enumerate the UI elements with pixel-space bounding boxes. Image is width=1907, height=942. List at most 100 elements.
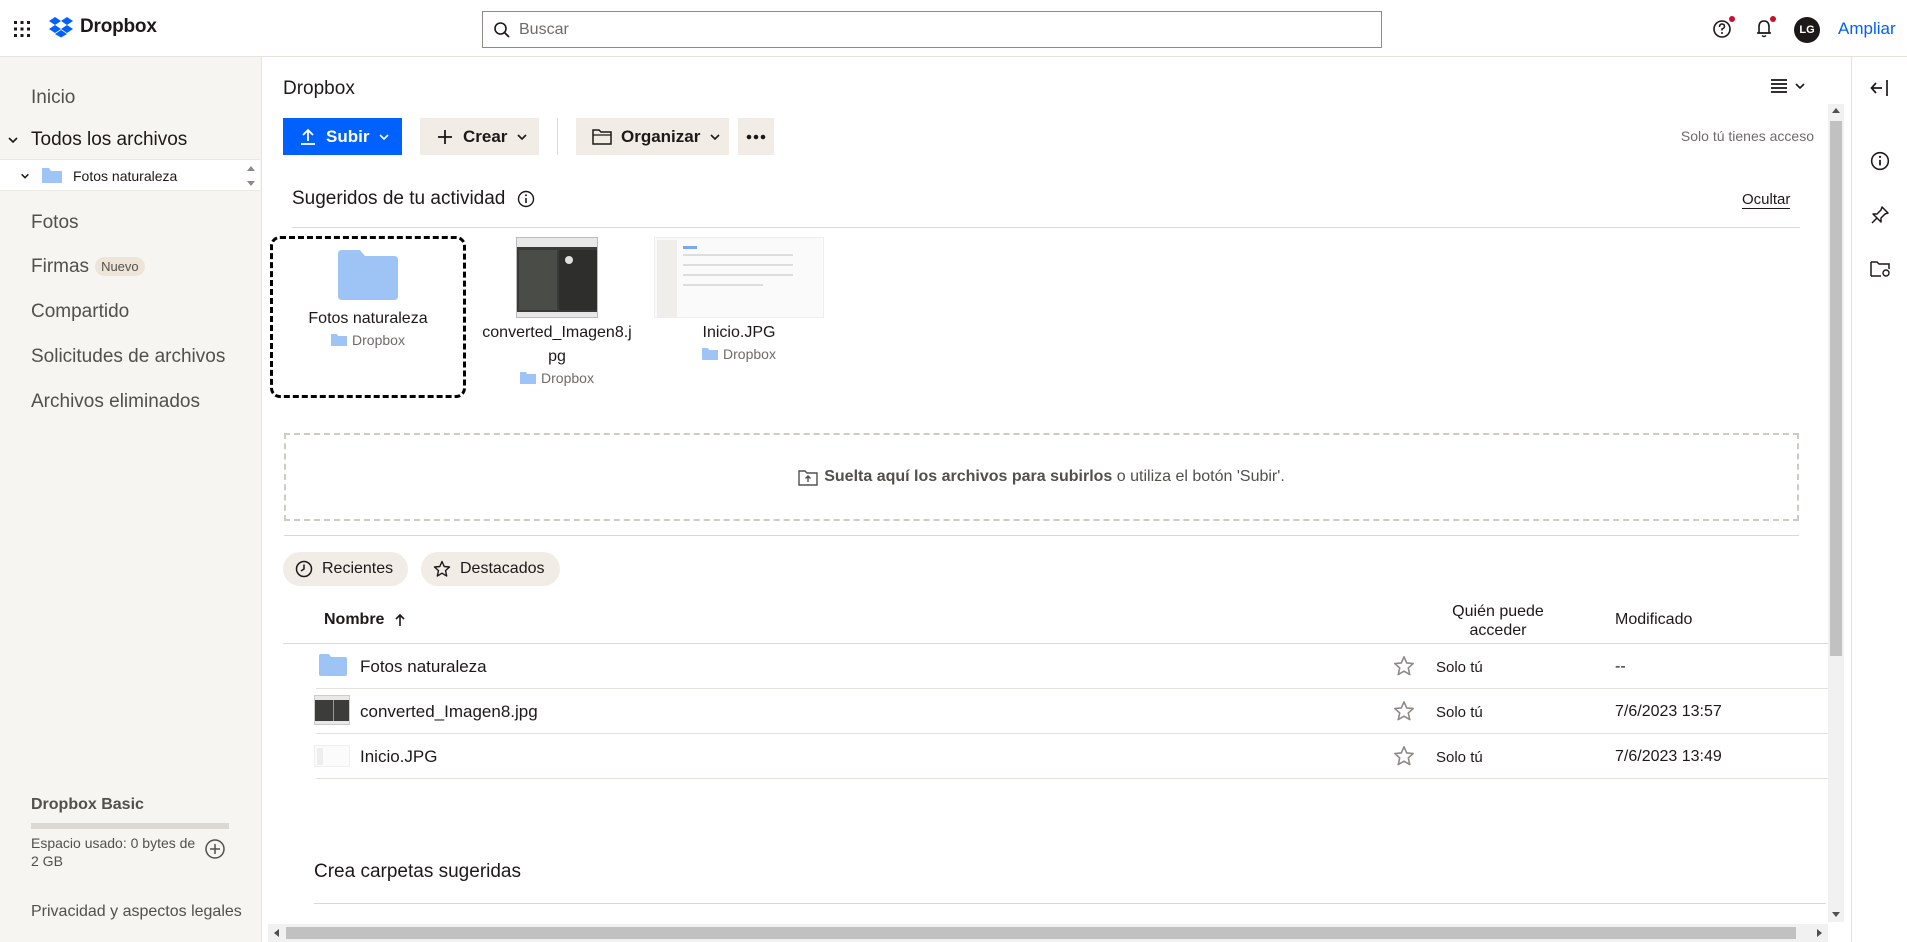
- card-name-line: converted_Imagen8.j: [482, 324, 632, 341]
- view-toggle[interactable]: [1770, 78, 1806, 94]
- sidebar-tree-label: Fotos naturaleza: [73, 168, 178, 184]
- sidebar-item-deleted-files[interactable]: Archivos eliminados: [31, 391, 200, 413]
- column-header-modified[interactable]: Modificado: [1615, 611, 1692, 629]
- info-icon[interactable]: [517, 190, 535, 208]
- collapse-panel-icon[interactable]: [1870, 79, 1890, 97]
- modified-value: 7/6/2023 13:57: [1615, 703, 1722, 720]
- upload-label: Subir: [326, 126, 370, 146]
- column-name-label: Nombre: [324, 611, 385, 628]
- folder-upload-icon: [798, 470, 818, 486]
- hide-suggestions-link[interactable]: Ocultar: [1742, 191, 1791, 209]
- column-header-name[interactable]: Nombre: [324, 611, 406, 629]
- modified-value: 7/6/2023 13:49: [1615, 748, 1722, 765]
- suggested-card-screenshot[interactable]: Inicio.JPG Dropbox: [644, 237, 834, 362]
- pin-icon[interactable]: [1870, 205, 1890, 225]
- upload-dropzone[interactable]: Suelta aquí los archivos para subirlos o…: [284, 433, 1799, 521]
- upload-button[interactable]: Subir: [283, 118, 402, 155]
- plan-name[interactable]: Dropbox Basic: [31, 796, 144, 814]
- search-input[interactable]: [519, 20, 1359, 39]
- dropzone-text: Suelta aquí los archivos para subirlos o…: [824, 468, 1285, 486]
- column-access-line: acceder: [1469, 622, 1527, 639]
- sidebar-item-shared[interactable]: Compartido: [31, 301, 129, 323]
- access-value: Solo tú: [1436, 704, 1483, 721]
- upload-icon: [301, 128, 315, 145]
- tree-scroll-arrows-icon[interactable]: [246, 163, 256, 189]
- file-name[interactable]: Inicio.JPG: [360, 747, 437, 767]
- filter-starred-label: Destacados: [460, 560, 545, 577]
- column-header-access[interactable]: Quién puede acceder: [1440, 602, 1556, 640]
- chevron-down-icon: [517, 133, 527, 140]
- privacy-link[interactable]: Privacidad y aspectos legales: [31, 903, 242, 921]
- avatar[interactable]: LG: [1794, 17, 1820, 43]
- search-bar[interactable]: [482, 11, 1382, 48]
- chevron-down-icon: [1795, 83, 1805, 90]
- scroll-right-arrow-icon[interactable]: [1815, 929, 1823, 937]
- search-icon: [494, 21, 510, 38]
- app-grid-icon[interactable]: [12, 19, 32, 39]
- storage-usage-bar: [31, 823, 229, 829]
- card-name-line: pg: [548, 348, 566, 365]
- divider: [284, 535, 1799, 536]
- dropzone-bold-text: Suelta aquí los archivos para subirlos: [824, 468, 1113, 485]
- toolbar-divider: [557, 118, 558, 155]
- folder-outline-icon: [592, 128, 612, 145]
- create-label: Crear: [463, 126, 508, 146]
- create-button[interactable]: Crear: [420, 118, 539, 155]
- dropbox-logo[interactable]: Dropbox: [48, 16, 157, 38]
- sidebar-item-home[interactable]: Inicio: [31, 87, 75, 109]
- sidebar-item-all-files[interactable]: Todos los archivos: [31, 129, 187, 151]
- sidebar: Inicio Todos los archivos Fotos naturale…: [0, 57, 262, 942]
- sidebar-tree-item-fotos-naturaleza[interactable]: Fotos naturaleza: [0, 159, 260, 191]
- notification-dot: [1770, 16, 1776, 22]
- suggested-card-folder[interactable]: Fotos naturaleza Dropbox: [270, 236, 466, 398]
- sidebar-item-label: Firmas: [31, 256, 90, 277]
- bell-icon[interactable]: [1754, 16, 1776, 39]
- sidebar-item-file-requests[interactable]: Solicitudes de archivos: [31, 346, 225, 368]
- suggested-section-title: Sugeridos de tu actividad: [292, 188, 535, 210]
- upgrade-link[interactable]: Ampliar: [1838, 19, 1896, 39]
- vertical-scrollbar[interactable]: [1828, 104, 1844, 922]
- horizontal-scrollbar[interactable]: [268, 924, 1828, 942]
- folder-icon: [331, 334, 348, 346]
- more-actions-button[interactable]: [738, 118, 774, 155]
- scrollbar-thumb[interactable]: [1830, 121, 1842, 656]
- scroll-up-arrow-icon[interactable]: [1832, 107, 1840, 115]
- star-icon: [433, 560, 451, 577]
- file-name[interactable]: Fotos naturaleza: [360, 657, 487, 677]
- divider: [314, 903, 1826, 904]
- folder-settings-icon[interactable]: [1870, 259, 1892, 279]
- info-icon[interactable]: [1870, 151, 1890, 171]
- more-icon: [746, 134, 766, 139]
- organize-button[interactable]: Organizar: [576, 118, 729, 155]
- suggested-folders-title: Crea carpetas sugeridas: [314, 861, 521, 882]
- sidebar-item-photos[interactable]: Fotos: [31, 212, 79, 234]
- help-icon[interactable]: [1712, 16, 1735, 39]
- card-location: Dropbox: [273, 332, 463, 348]
- star-icon[interactable]: [1393, 700, 1415, 722]
- image-thumbnail: [314, 695, 350, 725]
- table-row[interactable]: converted_Imagen8.jpg Solo tú 7/6/2023 1…: [314, 689, 1828, 734]
- add-storage-icon[interactable]: [204, 838, 226, 860]
- chevron-down-icon: [710, 133, 720, 140]
- sidebar-item-signatures[interactable]: Firmas Nuevo: [31, 256, 145, 278]
- storage-usage-text: Espacio usado: 0 bytes de 2 GB: [31, 835, 196, 869]
- scrollbar-thumb[interactable]: [286, 927, 1796, 939]
- logo-text: Dropbox: [80, 16, 157, 37]
- suggested-card-image[interactable]: converted_Imagen8.j pg Dropbox: [462, 237, 652, 386]
- divider: [292, 227, 1800, 228]
- star-icon[interactable]: [1393, 745, 1415, 767]
- card-location: Dropbox: [644, 346, 834, 362]
- chevron-down-icon[interactable]: [7, 134, 19, 146]
- card-name: Fotos naturaleza: [308, 310, 428, 327]
- filter-starred-chip[interactable]: Destacados: [421, 552, 560, 586]
- table-row[interactable]: Inicio.JPG Solo tú 7/6/2023 13:49: [314, 734, 1828, 779]
- table-row[interactable]: Fotos naturaleza Solo tú --: [316, 644, 1828, 689]
- scroll-left-arrow-icon[interactable]: [273, 929, 281, 937]
- right-side-panel-rail: [1851, 57, 1907, 942]
- organize-label: Organizar: [621, 126, 701, 146]
- star-icon[interactable]: [1393, 655, 1415, 677]
- file-name[interactable]: converted_Imagen8.jpg: [360, 702, 538, 722]
- filter-recent-chip[interactable]: Recientes: [283, 552, 409, 586]
- scroll-down-arrow-icon[interactable]: [1832, 910, 1840, 918]
- chevron-down-icon[interactable]: [20, 171, 30, 181]
